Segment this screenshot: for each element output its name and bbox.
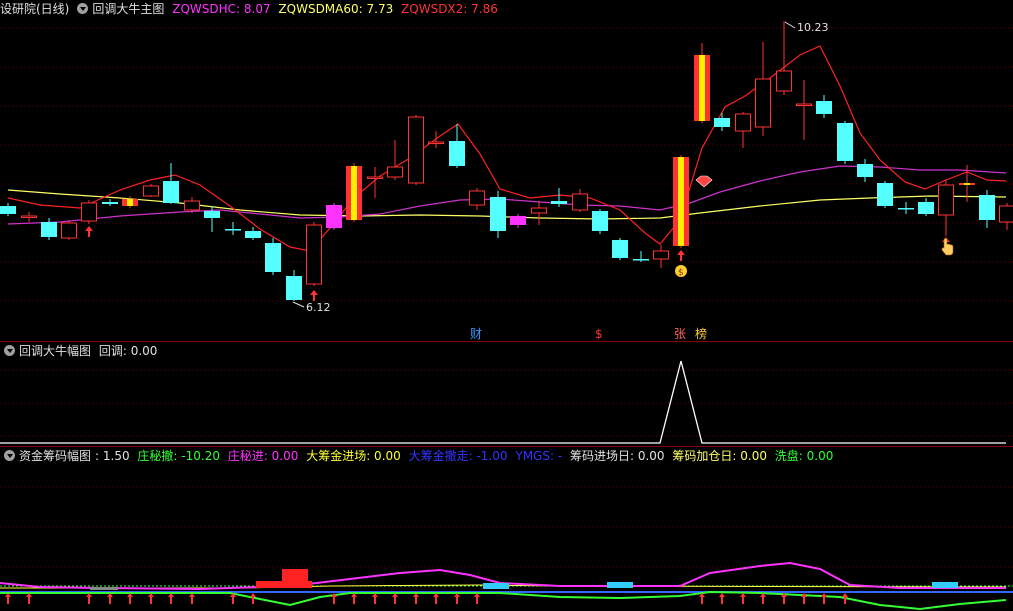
candle-highlight	[127, 199, 133, 206]
candle-body	[204, 211, 220, 218]
diamond-icon	[695, 175, 713, 188]
signal-arrow-icon	[699, 593, 705, 604]
marker-bang: 榜	[695, 326, 707, 341]
candle-body	[857, 164, 873, 177]
red-volume-block	[256, 581, 312, 588]
money-bag-symbol: $	[678, 268, 684, 278]
candle-body	[265, 243, 281, 272]
signal-arrow-icon	[821, 593, 827, 604]
candle-body	[551, 201, 567, 204]
candle-body	[898, 208, 914, 210]
candle-highlight	[699, 55, 705, 121]
red-volume-block	[282, 569, 308, 581]
signal-arrow-icon	[26, 593, 32, 604]
candle-body	[225, 229, 241, 231]
signal-arrow-icon	[740, 593, 746, 604]
candle-body	[408, 116, 424, 184]
candle-body	[367, 176, 383, 179]
candle-highlight	[964, 183, 970, 185]
signal-arrow-icon	[474, 593, 480, 604]
candle-body	[0, 206, 16, 214]
candle-body	[816, 101, 832, 114]
signal-arrow-icon	[372, 593, 378, 604]
signal-arrow-icon	[392, 593, 398, 604]
signal-arrow-icon	[760, 593, 766, 604]
signal-arrow-icon	[433, 593, 439, 604]
candle-highlight	[351, 166, 357, 220]
candle-body	[796, 103, 812, 106]
low-price-label: 6.12	[306, 301, 331, 314]
candle-body	[999, 205, 1013, 223]
marker-dollar: $	[595, 327, 603, 341]
cyan-volume-block	[607, 582, 633, 588]
candle-body	[449, 141, 465, 166]
candle-body	[387, 166, 403, 178]
buy-arrow-icon	[677, 250, 685, 261]
marker-cai: 财	[470, 327, 482, 341]
signal-arrow-icon	[351, 593, 357, 604]
sub-chart-2-panel: 资金筹码幅图: 1.50 庄秘撤: -10.20 庄秘进: 0.00 大筹金进场…	[0, 447, 1013, 611]
signal-arrow-icon	[719, 593, 725, 604]
pullback-line	[0, 360, 1006, 444]
candle-body	[877, 183, 893, 206]
candle-body	[755, 78, 771, 128]
candle-body	[510, 216, 526, 225]
candle-body	[938, 184, 954, 216]
candle-body	[306, 224, 322, 285]
candle-body	[531, 207, 547, 214]
candle-body	[592, 211, 608, 231]
candle-body	[163, 181, 179, 203]
candle-body	[41, 222, 57, 237]
grey-block	[90, 587, 118, 590]
candle-body	[490, 197, 506, 231]
candle-body	[612, 240, 628, 258]
candle-body	[776, 70, 792, 92]
candle-body	[572, 193, 588, 211]
candle-body	[428, 141, 444, 144]
candle-body	[633, 259, 649, 261]
candle-body	[326, 205, 342, 228]
candle-highlight	[678, 157, 684, 246]
low-pointer	[292, 301, 305, 308]
cyan-volume-block	[932, 582, 958, 588]
marker-zhang: 张	[674, 327, 686, 341]
capital-chip-chart[interactable]	[0, 447, 1013, 611]
signal-arrow-icon	[107, 593, 113, 604]
signal-arrow-icon	[5, 593, 11, 604]
main-chart-panel: 设研院(日线) 回调大牛主图 ZQWSDHC: 8.07 ZQWSDMA60: 7…	[0, 0, 1013, 341]
signal-arrow-icon	[127, 593, 133, 604]
buy-arrow-icon	[85, 226, 93, 237]
zqwsdx2-line	[7, 45, 1007, 252]
buy-arrow-icon	[310, 290, 318, 301]
signal-arrow-icon	[86, 593, 92, 604]
sub-chart-1-panel: 回调大牛幅图 回调: 0.00	[0, 342, 1013, 446]
candle-body	[81, 202, 97, 222]
candle-body	[469, 190, 485, 206]
candle-body	[286, 276, 302, 300]
signal-arrow-icon	[148, 593, 154, 604]
candle-body	[837, 123, 853, 161]
candle-body	[61, 222, 77, 239]
candle-body	[184, 200, 200, 211]
candle-body	[143, 185, 159, 197]
candle-body	[714, 118, 730, 127]
pullback-chart[interactable]	[0, 342, 1013, 446]
candle-body	[918, 202, 934, 214]
signal-arrow-icon	[189, 593, 195, 604]
signal-arrow-icon	[413, 593, 419, 604]
candle-body	[979, 195, 995, 220]
candle-body	[102, 202, 118, 204]
signal-arrow-icon	[168, 593, 174, 604]
signal-arrow-icon	[454, 593, 460, 604]
candle-body	[735, 113, 751, 132]
candlestick-chart[interactable]: $ 10.23 6.12 财 $ 张 榜	[0, 0, 1013, 341]
cyan-volume-block	[483, 583, 509, 589]
high-price-label: 10.23	[797, 21, 829, 34]
high-pointer	[784, 21, 796, 29]
candle-body	[21, 215, 37, 218]
candle-body	[653, 250, 669, 260]
candle-body	[245, 231, 261, 238]
